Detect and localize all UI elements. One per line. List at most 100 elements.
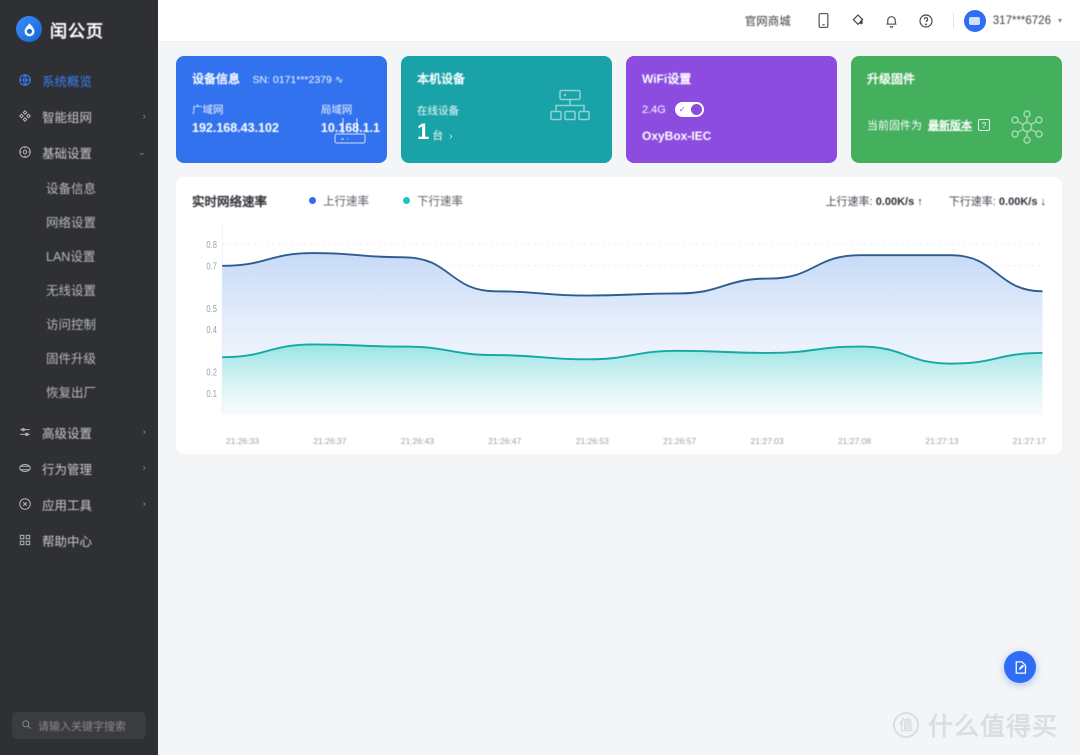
network-topology-icon [546,87,594,132]
atom-settings-icon [1006,108,1048,151]
online-devices-count: 1 [417,119,430,144]
help-circle-icon[interactable] [909,4,943,38]
chevron-right-icon: › [142,111,146,121]
sidebar-item-mesh[interactable]: 智能组网 › [0,98,158,134]
card-title: 设备信息 [192,72,241,86]
content: 设备信息 SN: 0171***2379 ∿ 广域网 192.168.43.10… [158,42,1080,755]
sidebar-item-help-center[interactable]: 帮助中心 [0,522,158,558]
chart-x-axis-labels: 21:26:33 21:26:37 21:26:43 21:26:47 21:26:53… [192,434,1046,446]
sidebar-nav: 系统概览 智能组网 › 基础设置 ⌄ 设备信息 网络设置 LAN设置 无线设置 … [0,56,158,712]
card-title: WiFi设置 [642,72,692,86]
sidebar-item-label: 高级设置 [42,426,93,441]
search-icon [21,717,32,735]
user-name: 317***6726 [992,14,1051,27]
legend-label: 上行速率 [323,195,370,208]
sidebar-subitem-label: 网络设置 [46,215,97,230]
user-avatar [963,9,986,32]
router-icon [327,112,373,151]
upload-stat: 上行速率: 0.00K/s ↑ [826,193,923,209]
wifi-band-label: 2.4G [642,103,666,116]
svg-text:0.5: 0.5 [206,303,217,314]
sidebar-subitem-factory-reset[interactable]: 恢复出厂 [0,374,158,408]
firmware-status-text: 当前固件为 [867,120,922,132]
sidebar-item-overview[interactable]: 系统概览 [0,62,158,98]
chevron-right-icon: › [142,427,146,437]
sidebar-item-label: 帮助中心 [42,534,93,549]
wifi-ssid: OxyBox-IEC [642,129,712,143]
sidebar-subitem-wireless-settings[interactable]: 无线设置 [0,272,158,306]
droplet-logo-icon [16,16,42,42]
search-input[interactable]: 请输入关键字搜索 [12,712,146,739]
wan-field: 广域网 192.168.43.102 [192,102,279,135]
theme-palette-icon[interactable] [841,4,875,38]
help-square-icon[interactable]: ? [978,119,990,131]
panel-header: 实时网络速率 上行速率 下行速率 上行速率: 0.00K/s ↑ 下行速率: 0… [192,191,1046,210]
upload-stat-value: 0.00K/s ↑ [875,195,923,208]
sidebar-subitem-device-info[interactable]: 设备信息 [0,170,158,204]
network-node-icon [16,109,33,123]
user-menu[interactable]: 317***6726 ▾ [963,9,1062,32]
sidebar-subitem-label: 固件升级 [46,351,97,366]
download-stat-value: 0.00K/s ↓ [998,195,1046,208]
summary-cards: 设备信息 SN: 0171***2379 ∿ 广域网 192.168.43.10… [176,56,1062,163]
sidebar-subitem-label: LAN设置 [46,249,96,264]
legend-dot-icon [309,197,317,204]
topbar-divider [952,13,954,28]
notification-bell-icon[interactable] [875,4,909,38]
chart-y-axis-labels: 0.8 0.7 0.5 0.4 0.2 0.1 [206,239,217,399]
x-axis-label: 21:27:03 [750,436,784,446]
x-axis-label: 21:26:53 [575,436,609,446]
globe-icon [16,73,33,87]
x-axis-label: 21:26:47 [488,436,522,446]
online-devices-card[interactable]: 本机设备 在线设备 1 台 › [401,56,612,163]
chevron-right-icon: › [449,131,453,142]
sidebar-subitem-network-settings[interactable]: 网络设置 [0,204,158,238]
feedback-edit-icon[interactable] [1004,651,1036,683]
svg-text:0.7: 0.7 [206,260,217,271]
mobile-app-icon[interactable] [807,4,841,38]
panel-title: 实时网络速率 [192,195,268,209]
chevron-right-icon: › [142,499,146,509]
firmware-version-link[interactable]: 最新版本 [928,117,972,133]
official-store-link[interactable]: 官网商城 [745,13,791,29]
legend-item-upload[interactable]: 上行速率 [309,193,369,209]
toggle-knob [690,104,702,115]
x-axis-label: 21:27:17 [1012,436,1046,446]
main-area: 官网商城 317***6726 ▾ 设备信息 SN: 0171***2379 ∿… [158,0,1080,755]
svg-text:0.2: 0.2 [206,367,217,378]
search-placeholder: 请输入关键字搜索 [38,720,126,733]
sidebar-subitem-firmware-upgrade[interactable]: 固件升级 [0,340,158,374]
sidebar-item-advanced[interactable]: 高级设置 › [0,414,158,450]
x-axis-label: 21:26:33 [226,436,260,446]
firmware-upgrade-card[interactable]: 升级固件 当前固件为 最新版本 ? [851,56,1062,163]
x-axis-label: 21:27:08 [837,436,872,446]
wifi-band-row: 2.4G ✓ [642,102,821,117]
card-title: 升级固件 [867,72,916,86]
x-axis-label: 21:26:37 [313,436,347,446]
gear-circle-icon [16,145,33,159]
sidebar: 闰公页 系统概览 智能组网 › 基础设置 ⌄ 设备信息 网络设置 LAN设置 无… [0,0,158,755]
sidebar-subitem-label: 设备信息 [46,181,97,196]
wifi-toggle[interactable]: ✓ [674,102,704,117]
wifi-card[interactable]: WiFi设置 2.4G ✓ OxyBox-IEC [626,56,837,163]
sidebar-item-tools[interactable]: 应用工具 › [0,486,158,522]
sidebar-subitem-lan-settings[interactable]: LAN设置 [0,238,158,272]
sidebar-subitem-access-control[interactable]: 访问控制 [0,306,158,340]
panel-stats: 上行速率: 0.00K/s ↑ 下行速率: 0.00K/s ↓ [826,193,1046,209]
sidebar-footer: 请输入关键字搜索 [0,712,158,755]
x-axis-label: 21:27:13 [925,436,959,446]
sidebar-item-behavior[interactable]: 行为管理 › [0,450,158,486]
sliders-icon [16,425,33,439]
chevron-down-icon: ⌄ [137,147,146,157]
sidebar-item-label: 基础设置 [42,146,93,161]
device-info-card[interactable]: 设备信息 SN: 0171***2379 ∿ 广域网 192.168.43.10… [176,56,387,163]
chevron-down-icon: ▾ [1057,16,1062,25]
topbar: 官网商城 317***6726 ▾ [158,0,1080,42]
legend-item-download[interactable]: 下行速率 [403,193,463,209]
check-icon: ✓ [678,105,686,114]
legend-label: 下行速率 [417,195,464,208]
x-axis-label: 21:26:43 [400,436,434,446]
legend-dot-icon [403,197,411,204]
sidebar-item-label: 智能组网 [42,110,93,125]
sidebar-item-basic-settings[interactable]: 基础设置 ⌄ [0,134,158,170]
